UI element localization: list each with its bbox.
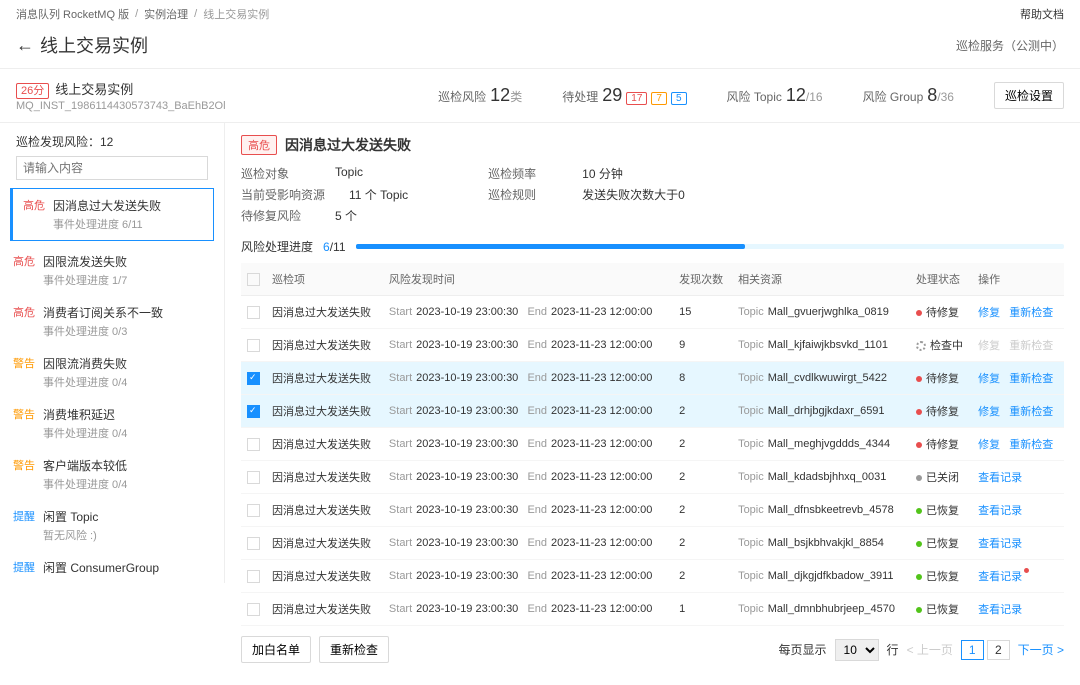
level-tag: 警告 bbox=[13, 355, 35, 390]
table-row: 因消息过大发送失败 Start2023-10-19 23:00:30 End20… bbox=[241, 395, 1064, 428]
table-row: 因消息过大发送失败 Start2023-10-19 23:00:30 End20… bbox=[241, 428, 1064, 461]
prev-page[interactable]: < 上一页 bbox=[907, 641, 953, 658]
risk-tag: 高危 bbox=[241, 135, 277, 155]
row-checkbox[interactable] bbox=[247, 603, 260, 616]
instance-id: MQ_INST_1986114430573743_BaEhB2Ol bbox=[16, 100, 226, 112]
status-cell: 已恢复 bbox=[910, 560, 972, 593]
table-row: 因消息过大发送失败 Start2023-10-19 23:00:30 End20… bbox=[241, 494, 1064, 527]
sidebar-item-5[interactable]: 警告客户端版本较低事件处理进度 0/4 bbox=[0, 449, 224, 500]
checkbox-all[interactable] bbox=[247, 273, 260, 286]
status-cell: 待修复 bbox=[910, 395, 972, 428]
action-view[interactable]: 查看记录 bbox=[978, 538, 1022, 550]
level-tag: 高危 bbox=[13, 304, 35, 339]
action-fix: 修复 bbox=[978, 340, 1000, 352]
level-tag: 警告 bbox=[13, 457, 35, 492]
recheck-button[interactable]: 重新检查 bbox=[319, 636, 389, 663]
bc-2[interactable]: 实例治理 bbox=[144, 6, 188, 22]
table-row: 因消息过大发送失败 Start2023-10-19 23:00:30 End20… bbox=[241, 296, 1064, 329]
bc-3: 线上交易实例 bbox=[203, 6, 269, 22]
stat-group: 风险 Group8/36 bbox=[863, 85, 954, 106]
row-checkbox[interactable] bbox=[247, 306, 260, 319]
breadcrumb: 消息队列 RocketMQ 版 / 实例治理 / 线上交易实例 帮助文档 bbox=[0, 0, 1080, 28]
score-badge: 26分 bbox=[16, 83, 49, 99]
page-1[interactable]: 1 bbox=[961, 640, 984, 660]
action-fix[interactable]: 修复 bbox=[978, 439, 1000, 451]
risk-table: 巡检项风险发现时间发现次数相关资源处理状态操作 因消息过大发送失败 Start2… bbox=[241, 263, 1064, 626]
row-checkbox[interactable] bbox=[247, 438, 260, 451]
row-checkbox[interactable] bbox=[247, 339, 260, 352]
risk-title: 因消息过大发送失败 bbox=[285, 135, 411, 155]
sidebar-item-4[interactable]: 警告消费堆积延迟事件处理进度 0/4 bbox=[0, 398, 224, 449]
status-cell: 待修复 bbox=[910, 296, 972, 329]
next-page[interactable]: 下一页 > bbox=[1018, 641, 1064, 658]
action-recheck[interactable]: 重新检查 bbox=[1009, 307, 1053, 319]
progress-label: 风险处理进度 bbox=[241, 238, 313, 255]
level-tag: 警告 bbox=[13, 406, 35, 441]
action-view[interactable]: 查看记录 bbox=[978, 505, 1022, 517]
row-checkbox[interactable] bbox=[247, 537, 260, 550]
row-checkbox[interactable] bbox=[247, 471, 260, 484]
page-2[interactable]: 2 bbox=[987, 640, 1010, 660]
row-checkbox[interactable] bbox=[247, 504, 260, 517]
row-checkbox[interactable] bbox=[247, 570, 260, 583]
stat-pending: 待处理291775 bbox=[562, 85, 686, 106]
table-row: 因消息过大发送失败 Start2023-10-19 23:00:30 End20… bbox=[241, 461, 1064, 494]
sidebar-item-7[interactable]: 提醒闲置 ConsumerGroup bbox=[0, 551, 224, 583]
table-row: 因消息过大发送失败 Start2023-10-19 23:00:30 End20… bbox=[241, 362, 1064, 395]
row-checkbox[interactable] bbox=[247, 372, 260, 385]
action-view[interactable]: 查看记录 bbox=[978, 604, 1022, 616]
sidebar-item-1[interactable]: 高危因限流发送失败事件处理进度 1/7 bbox=[0, 245, 224, 296]
level-tag: 高危 bbox=[13, 253, 35, 288]
sidebar-item-2[interactable]: 高危消费者订阅关系不一致事件处理进度 0/3 bbox=[0, 296, 224, 347]
sidebar-item-6[interactable]: 提醒闲置 Topic暂无风险 :) bbox=[0, 500, 224, 551]
action-recheck[interactable]: 重新检查 bbox=[1009, 373, 1053, 385]
help-link[interactable]: 帮助文档 bbox=[1020, 6, 1064, 22]
status-cell: 待修复 bbox=[910, 362, 972, 395]
settings-button[interactable]: 巡检设置 bbox=[994, 82, 1064, 109]
bc-1[interactable]: 消息队列 RocketMQ 版 bbox=[16, 6, 129, 22]
action-fix[interactable]: 修复 bbox=[978, 373, 1000, 385]
status-cell: 检查中 bbox=[910, 329, 972, 362]
sidebar-item-3[interactable]: 警告因限流消费失败事件处理进度 0/4 bbox=[0, 347, 224, 398]
table-row: 因消息过大发送失败 Start2023-10-19 23:00:30 End20… bbox=[241, 527, 1064, 560]
status-cell: 已关闭 bbox=[910, 461, 972, 494]
table-row: 因消息过大发送失败 Start2023-10-19 23:00:30 End20… bbox=[241, 560, 1064, 593]
search-input[interactable] bbox=[16, 156, 208, 180]
table-row: 因消息过大发送失败 Start2023-10-19 23:00:30 End20… bbox=[241, 329, 1064, 362]
action-recheck: 重新检查 bbox=[1009, 340, 1053, 352]
action-recheck[interactable]: 重新检查 bbox=[1009, 439, 1053, 451]
progress-bar bbox=[356, 244, 1065, 249]
whitelist-button[interactable]: 加白名单 bbox=[241, 636, 311, 663]
level-tag: 高危 bbox=[23, 197, 45, 232]
action-view[interactable]: 查看记录 bbox=[978, 571, 1029, 583]
action-view[interactable]: 查看记录 bbox=[978, 472, 1022, 484]
back-icon[interactable]: ← bbox=[16, 35, 34, 56]
page-title: 线上交易实例 bbox=[40, 32, 148, 58]
status-cell: 已恢复 bbox=[910, 527, 972, 560]
sidebar-head: 巡检发现风险：12 bbox=[0, 133, 224, 156]
table-row: 因消息过大发送失败 Start2023-10-19 23:00:30 End20… bbox=[241, 593, 1064, 626]
page-size-select[interactable]: 10 bbox=[835, 639, 879, 661]
stat-risks: 巡检风险12类 bbox=[438, 85, 522, 106]
level-tag: 提醒 bbox=[13, 508, 35, 543]
row-checkbox[interactable] bbox=[247, 405, 260, 418]
instance-name: 线上交易实例 bbox=[55, 82, 133, 97]
status-cell: 已恢复 bbox=[910, 593, 972, 626]
action-fix[interactable]: 修复 bbox=[978, 406, 1000, 418]
level-tag: 提醒 bbox=[13, 559, 35, 578]
status-cell: 已恢复 bbox=[910, 494, 972, 527]
status-cell: 待修复 bbox=[910, 428, 972, 461]
stat-topic: 风险 Topic12/16 bbox=[727, 85, 823, 106]
sidebar-item-0[interactable]: 高危因消息过大发送失败事件处理进度 6/11 bbox=[10, 188, 214, 241]
action-fix[interactable]: 修复 bbox=[978, 307, 1000, 319]
service-note: 巡检服务（公测中） bbox=[956, 37, 1064, 54]
action-recheck[interactable]: 重新检查 bbox=[1009, 406, 1053, 418]
